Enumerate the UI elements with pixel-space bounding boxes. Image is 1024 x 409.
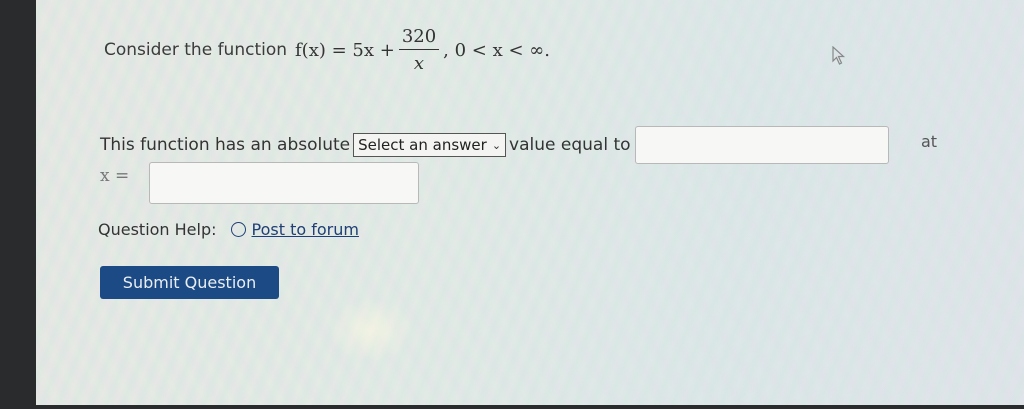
x-label: x = bbox=[100, 166, 130, 186]
extremum-type-select[interactable]: Select an answer ⌄ bbox=[353, 133, 507, 157]
answer-text-after: at bbox=[921, 132, 938, 151]
x-input[interactable] bbox=[149, 162, 419, 204]
function-expression: f(x) = 5x + 320 x , 0 < x < ∞. bbox=[295, 26, 550, 74]
answer-sentence: This function has an absolute Select an … bbox=[100, 126, 895, 164]
answer-text-middle: value equal to bbox=[509, 135, 631, 155]
post-to-forum-link[interactable]: Post to forum bbox=[230, 220, 359, 239]
forum-icon bbox=[230, 222, 246, 237]
question-prefix: Consider the function bbox=[104, 40, 288, 60]
question-statement: Consider the function f(x) = 5x + 320 x … bbox=[104, 20, 550, 80]
function-domain: , 0 < x < ∞. bbox=[443, 39, 550, 61]
chevron-down-icon: ⌄ bbox=[491, 138, 502, 152]
fraction-denominator: x bbox=[413, 52, 425, 74]
post-to-forum-label: Post to forum bbox=[251, 220, 359, 239]
submit-question-button[interactable]: Submit Question bbox=[100, 266, 279, 299]
fraction: 320 x bbox=[398, 26, 440, 74]
question-help-label: Question Help: bbox=[98, 220, 217, 239]
mouse-pointer-icon bbox=[832, 46, 846, 65]
question-help: Question Help: Post to forum bbox=[98, 220, 359, 239]
value-input[interactable] bbox=[634, 126, 889, 164]
question-panel: Consider the function f(x) = 5x + 320 x … bbox=[36, 0, 1024, 405]
function-lhs: f(x) = 5x + bbox=[295, 39, 395, 61]
select-value: Select an answer bbox=[358, 136, 487, 154]
fraction-numerator: 320 bbox=[398, 26, 440, 50]
answer-text-before: This function has an absolute bbox=[100, 135, 351, 155]
